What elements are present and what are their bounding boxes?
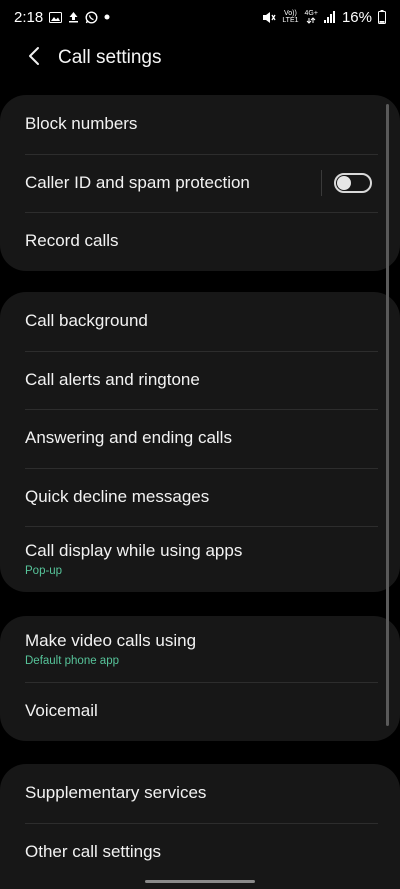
video-calls-value: Default phone app: [25, 655, 119, 667]
caller-id-spam-item[interactable]: Caller ID and spam protection: [0, 153, 400, 213]
toggle-divider: [321, 169, 322, 196]
settings-group-blocking: Block numbers Caller ID and spam protect…: [0, 95, 400, 271]
video-calls-text: Make video calls using Default phone app: [25, 631, 196, 667]
answering-ending-calls-item[interactable]: Answering and ending calls: [0, 409, 400, 468]
record-calls-label: Record calls: [25, 231, 119, 251]
supplementary-services-item[interactable]: Supplementary services: [0, 764, 400, 823]
settings-group-call-display: Call background Call alerts and ringtone…: [0, 292, 400, 592]
status-bar-left: 2:18: [14, 9, 110, 26]
app-header: Call settings: [0, 36, 400, 80]
status-bar: 2:18 Vo)) LTE1 4G+ 16%: [0, 0, 400, 34]
record-calls-item[interactable]: Record calls: [0, 212, 400, 271]
image-icon: [49, 11, 63, 23]
call-display-apps-item[interactable]: Call display while using apps Pop-up: [0, 526, 400, 592]
volte-icon: Vo)) LTE1: [282, 10, 298, 24]
other-call-settings-label: Other call settings: [25, 841, 162, 861]
call-display-apps-value: Pop-up: [25, 565, 63, 577]
home-indicator[interactable]: [145, 880, 255, 883]
call-background-label: Call background: [25, 311, 148, 331]
quick-decline-messages-item[interactable]: Quick decline messages: [0, 467, 400, 527]
caller-id-spam-label: Caller ID and spam protection: [25, 172, 250, 192]
call-alerts-ringtone-item[interactable]: Call alerts and ringtone: [0, 350, 400, 410]
answering-ending-calls-label: Answering and ending calls: [25, 428, 232, 448]
toggle-knob: [337, 175, 351, 190]
mute-vibrate-icon: [262, 11, 276, 24]
quick-decline-messages-label: Quick decline messages: [25, 486, 210, 506]
voicemail-item[interactable]: Voicemail: [0, 682, 400, 741]
signal-icon: [323, 11, 336, 23]
call-display-apps-label: Call display while using apps: [25, 541, 243, 560]
settings-group-video-voicemail: Make video calls using Default phone app…: [0, 616, 400, 741]
volte-line1: Vo)): [284, 10, 297, 17]
video-calls-item[interactable]: Make video calls using Default phone app: [0, 616, 400, 682]
video-calls-label: Make video calls using: [25, 631, 197, 650]
call-alerts-ringtone-label: Call alerts and ringtone: [25, 369, 200, 389]
voicemail-label: Voicemail: [25, 701, 98, 721]
battery-percent: 16%: [341, 8, 372, 26]
caller-id-toggle-wrap: [321, 169, 372, 196]
status-time: 2:18: [14, 8, 44, 26]
call-background-item[interactable]: Call background: [0, 292, 400, 351]
block-numbers-item[interactable]: Block numbers: [0, 95, 400, 154]
4g-icon: 4G+: [305, 10, 318, 24]
volte-line2: LTE1: [282, 17, 299, 24]
back-button[interactable]: [14, 38, 54, 78]
other-call-settings-item[interactable]: Other call settings: [0, 822, 400, 882]
scrollbar[interactable]: [386, 104, 389, 726]
page-title: Call settings: [58, 47, 162, 68]
whatsapp-icon: [85, 10, 98, 24]
supplementary-services-label: Supplementary services: [25, 783, 207, 803]
call-display-apps-text: Call display while using apps Pop-up: [25, 541, 242, 577]
battery-icon: [378, 10, 386, 24]
block-numbers-label: Block numbers: [25, 114, 138, 134]
caller-id-spam-toggle[interactable]: [334, 172, 372, 193]
chevron-left-icon: [28, 46, 40, 71]
net-label: 4G+: [304, 10, 318, 17]
upload-icon: [68, 11, 79, 23]
dot-icon: [104, 14, 110, 20]
status-bar-right: Vo)) LTE1 4G+ 16%: [262, 9, 386, 26]
settings-group-other: Supplementary services Other call settin…: [0, 764, 400, 889]
